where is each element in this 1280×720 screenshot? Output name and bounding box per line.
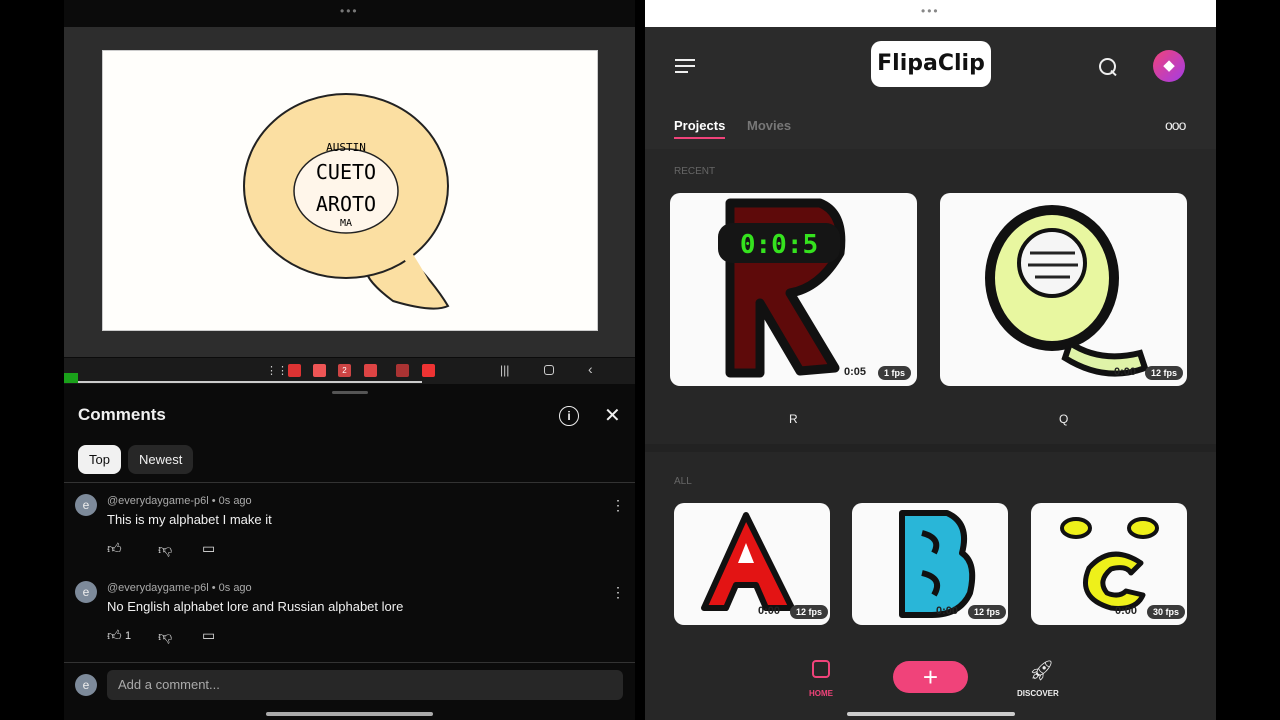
info-icon[interactable]: i — [559, 406, 579, 426]
comment-meta: @everydaygame-p6l • 0s ago — [107, 495, 252, 507]
drawing-word-2: CUETO — [316, 160, 376, 184]
duration: 0:00 — [1114, 366, 1137, 378]
fps-badge: 30 fps — [1147, 605, 1186, 619]
thumbs-up-icon[interactable]: 👍︎ — [107, 540, 122, 557]
comment-author[interactable]: @everydaygame-p6l — [107, 495, 209, 507]
project-card[interactable]: 0:00 12 fps — [852, 503, 1008, 625]
tab-underline — [674, 137, 725, 139]
divider — [64, 482, 635, 483]
nav-home-label[interactable]: HOME — [809, 689, 833, 698]
comment-text: This is my alphabet I make it — [107, 512, 272, 527]
comment-text: No English alphabet lore and Russian alp… — [107, 599, 404, 614]
duration: 0:00 — [1115, 605, 1138, 617]
calendar-icon[interactable]: 2 — [338, 364, 351, 377]
thumbs-down-icon[interactable]: 👎︎ — [158, 628, 172, 645]
drag-handle[interactable] — [332, 391, 368, 394]
chip-newest[interactable]: Newest — [128, 445, 194, 474]
more-icon[interactable]: ⋮ — [611, 497, 625, 514]
reply-icon[interactable]: ▭ — [202, 540, 215, 557]
home-icon[interactable] — [544, 365, 554, 375]
fps-badge: 1 fps — [878, 366, 912, 380]
duration: 0:05 — [844, 366, 867, 378]
section-all: ALL — [674, 476, 692, 487]
home-indicator[interactable] — [847, 712, 1015, 716]
avatar[interactable]: e — [75, 494, 97, 516]
tab-projects[interactable]: Projects — [674, 118, 725, 133]
divider — [64, 662, 635, 663]
project-title: R — [789, 412, 798, 426]
home-nav-icon[interactable] — [812, 660, 830, 678]
like-count: 1 — [125, 630, 132, 642]
drawing-word-4: MA — [340, 218, 352, 229]
app-logo: FlipaClip — [871, 41, 991, 87]
rocket-icon[interactable]: 🚀︎ — [1029, 658, 1054, 683]
comment-author[interactable]: @everydaygame-p6l — [107, 582, 209, 594]
progress-indicator — [64, 373, 78, 383]
duration: 0:00 — [758, 605, 781, 617]
avatar[interactable]: e — [75, 581, 97, 603]
split-handle-left[interactable]: ••• — [340, 4, 359, 18]
grid-icon[interactable]: ⋮⋮ — [266, 364, 288, 377]
split-handle-right[interactable]: ••• — [921, 4, 940, 18]
close-icon[interactable]: ✕ — [604, 403, 621, 428]
q-drawing: AUSTIN CUETO AROTO MA — [243, 93, 450, 310]
project-card[interactable]: 0:00 12 fps — [940, 193, 1187, 386]
add-comment-input[interactable]: Add a comment... — [107, 670, 623, 700]
duration: 0:00 — [936, 605, 959, 617]
fps-badge: 12 fps — [790, 605, 829, 619]
fps-badge: 12 fps — [1145, 366, 1184, 380]
play-store-icon[interactable] — [396, 364, 409, 377]
video-progress-bar[interactable] — [64, 381, 422, 383]
comments-title: Comments — [78, 405, 166, 424]
r-thumbnail: 0:0:5 — [718, 198, 846, 378]
project-card[interactable]: 0:0:5 0:05 1 fps — [670, 193, 917, 386]
more-icon[interactable]: ⋮ — [611, 584, 625, 601]
drawing-word-1: AUSTIN — [326, 141, 366, 154]
comment-meta: @everydaygame-p6l • 0s ago — [107, 582, 252, 594]
section-recent: RECENT — [674, 166, 716, 177]
project-card[interactable]: 0:00 30 fps — [1031, 503, 1187, 625]
thumbs-up-icon[interactable]: 👍︎ — [107, 627, 122, 644]
recent-apps-icon[interactable]: ||| — [500, 363, 509, 377]
youtube-icon[interactable] — [422, 364, 435, 377]
project-title: Q — [1059, 412, 1069, 426]
folder-icon[interactable] — [313, 364, 326, 377]
avatar: e — [75, 674, 97, 696]
add-project-button[interactable]: + — [893, 661, 968, 693]
q-thumbnail — [985, 205, 1149, 377]
reply-icon[interactable]: ▭ — [202, 627, 215, 644]
nav-discover-label[interactable]: DISCOVER — [1017, 689, 1059, 698]
back-icon[interactable]: ‹ — [588, 361, 593, 377]
section-divider — [645, 444, 1216, 452]
r-overlay-timer: 0:0:5 — [740, 230, 818, 260]
chip-top[interactable]: Top — [78, 445, 121, 474]
more-options-icon[interactable]: ooo — [1165, 117, 1186, 133]
app-icon-1[interactable] — [288, 364, 301, 377]
comment-time: • 0s ago — [211, 582, 252, 594]
project-card[interactable]: 0:00 12 fps — [674, 503, 830, 625]
tab-movies[interactable]: Movies — [747, 118, 791, 133]
video-frame: AUSTIN CUETO AROTO MA — [102, 50, 598, 331]
drawing-word-3: AROTO — [316, 192, 376, 216]
camera-icon[interactable] — [364, 364, 377, 377]
premium-gem-icon[interactable]: ◆ — [1153, 50, 1185, 82]
fps-badge: 12 fps — [968, 605, 1007, 619]
thumbs-down-icon[interactable]: 👎︎ — [158, 541, 172, 558]
menu-icon[interactable] — [675, 59, 695, 73]
home-indicator[interactable] — [266, 712, 433, 716]
comment-time: • 0s ago — [211, 495, 252, 507]
